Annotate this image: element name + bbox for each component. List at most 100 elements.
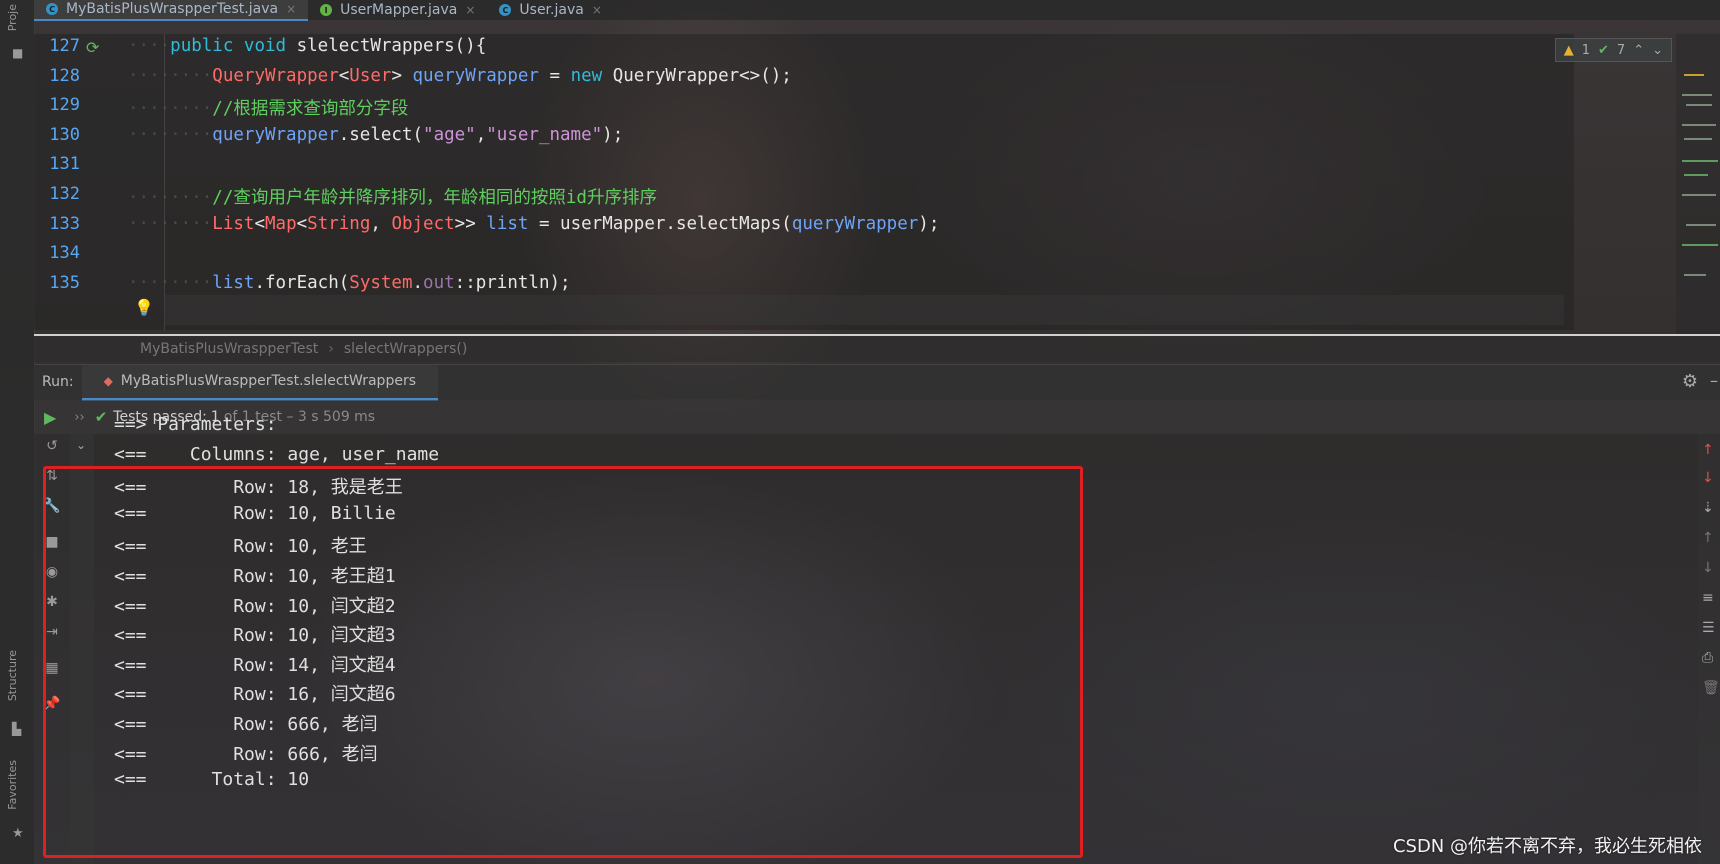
- trash-icon[interactable]: 🗑: [1702, 680, 1720, 696]
- code-token: QueryWrapper<>();: [612, 65, 792, 86]
- rerun-icon[interactable]: ▶: [44, 408, 56, 427]
- left-tool-strip: Proje Structure Favorites ■ ▙ ★: [0, 0, 35, 864]
- star-icon[interactable]: ★: [12, 826, 24, 841]
- code-token: queryWrapper: [791, 213, 919, 234]
- test-config-icon: ◆: [103, 373, 113, 388]
- code-line[interactable]: ········//查询用户年龄并降序排列，年龄相同的按照id升序排序: [128, 184, 657, 209]
- code-token: ,: [475, 124, 487, 145]
- tab-user[interactable]: C User.java ×: [487, 0, 613, 20]
- code-token: //查询用户年龄并降序排列，年龄相同的按照id升序排序: [212, 188, 657, 208]
- interface-icon: I: [320, 4, 333, 16]
- sidebar-project-label[interactable]: Proje: [6, 4, 19, 31]
- code-token: new: [570, 65, 613, 86]
- breadcrumb-method[interactable]: slelectWrappers(): [344, 341, 467, 357]
- code-token: >: [391, 65, 413, 86]
- tab-user-mapper[interactable]: I UserMapper.java ×: [308, 0, 487, 20]
- code-token: =: [538, 65, 571, 86]
- class-icon: C: [499, 4, 512, 16]
- watermark: CSDN @你若不离不弃，我必生死相依: [1392, 836, 1702, 857]
- class-icon: C: [46, 3, 58, 15]
- scroll-down-icon[interactable]: ↓: [1702, 470, 1714, 486]
- code-editor[interactable]: 127 ····public void slelectWrappers(){128…: [34, 34, 1574, 330]
- chevron-up-icon[interactable]: ⌃: [1633, 43, 1644, 58]
- indent-guide: ········: [128, 124, 213, 145]
- code-token: "user_name": [486, 124, 603, 145]
- code-token: List: [212, 213, 255, 234]
- indent-guide: ········: [128, 188, 213, 208]
- line-number: 133: [49, 213, 80, 234]
- code-token: >>: [454, 213, 487, 234]
- code-token: QueryWrapper: [212, 65, 339, 86]
- folder-icon[interactable]: ■: [12, 46, 23, 60]
- code-token: Object: [391, 213, 455, 234]
- highlight-box: [43, 466, 1083, 858]
- print-icon[interactable]: ⎙: [1702, 650, 1713, 666]
- gear-icon[interactable]: ⚙: [1682, 371, 1698, 392]
- code-token: slelectWrappers(){: [296, 36, 487, 56]
- code-token: .forEach(: [254, 272, 350, 293]
- warning-count: 1: [1581, 42, 1590, 58]
- run-panel-header: Run: ◆ MyBatisPlusWraspperTest.slelectWr…: [34, 363, 1720, 401]
- expand-icon[interactable]: ››: [74, 410, 84, 425]
- breadcrumb: MyBatisPlusWraspperTest › slelectWrapper…: [34, 336, 1720, 362]
- check-icon: ✔: [1598, 42, 1609, 58]
- line-number: 134: [49, 243, 80, 264]
- minimize-icon[interactable]: –: [1710, 371, 1718, 390]
- down-icon[interactable]: ↓: [1702, 560, 1714, 576]
- code-line[interactable]: ········QueryWrapper<User> queryWrapper …: [128, 66, 792, 86]
- run-tab-label: MyBatisPlusWraspperTest.slelectWrappers: [120, 372, 416, 389]
- indent-guide: ········: [128, 99, 213, 120]
- code-token: User: [349, 65, 392, 86]
- run-config-tab[interactable]: ◆ MyBatisPlusWraspperTest.slelectWrapper…: [81, 363, 438, 401]
- chevron-down-icon[interactable]: ⌄: [76, 438, 86, 452]
- sidebar-favorites-label[interactable]: Favorites: [6, 760, 19, 810]
- code-line[interactable]: ········List<Map<String, Object>> list =…: [128, 214, 939, 234]
- sort-icon[interactable]: ☰: [1702, 620, 1715, 636]
- code-token: );: [602, 124, 624, 145]
- lightbulb-icon[interactable]: 💡: [134, 298, 154, 317]
- code-token: out: [423, 272, 455, 293]
- code-token: list: [486, 213, 529, 234]
- line-number: 135: [49, 272, 80, 293]
- tab-mybatis-test[interactable]: C MyBatisPlusWraspperTest.java ×: [34, 0, 309, 21]
- code-line[interactable]: ········//根据需求查询部分字段: [128, 95, 408, 120]
- line-number: 131: [49, 154, 80, 175]
- code-token: System: [349, 272, 413, 293]
- warning-icon: ▲: [1563, 42, 1574, 58]
- line-number: 130: [49, 124, 80, 145]
- code-token: <: [254, 213, 265, 234]
- close-icon[interactable]: ×: [286, 2, 296, 16]
- code-token: String: [307, 213, 371, 234]
- code-line[interactable]: ········list.forEach(System.out::println…: [128, 273, 571, 293]
- check-icon: ✔: [94, 408, 108, 426]
- code-token: //根据需求查询部分字段: [212, 99, 409, 120]
- code-token: queryWrapper: [212, 124, 339, 145]
- line-number: 132: [49, 184, 80, 204]
- code-token: <: [338, 65, 350, 86]
- run-label: Run:: [42, 374, 74, 390]
- code-token: "age": [423, 124, 476, 145]
- code-token: ,: [370, 213, 392, 234]
- sidebar-structure-label[interactable]: Structure: [6, 650, 19, 701]
- current-line-highlight: [164, 295, 1564, 325]
- console-line: ==> Parameters:: [114, 414, 288, 435]
- code-line[interactable]: ····public void slelectWrappers(){: [128, 36, 486, 56]
- close-icon[interactable]: ×: [592, 3, 602, 17]
- scroll-up-icon[interactable]: ↑: [1702, 442, 1714, 458]
- run-gutter-icon[interactable]: ⟳: [86, 38, 99, 57]
- code-token: Map: [265, 213, 297, 234]
- code-token: public: [170, 36, 244, 56]
- chevron-down-icon[interactable]: ⌄: [1652, 43, 1663, 58]
- history-icon[interactable]: ↺: [43, 438, 61, 456]
- code-line[interactable]: ········queryWrapper.select("age","user_…: [128, 125, 623, 145]
- breadcrumb-class[interactable]: MyBatisPlusWraspperTest: [140, 341, 318, 357]
- inspection-widget[interactable]: ▲ 1 ✔ 7 ⌃ ⌄: [1554, 38, 1672, 62]
- close-icon[interactable]: ×: [465, 3, 475, 17]
- scroll-end-icon[interactable]: ⇣: [1702, 500, 1714, 516]
- editor-minimap[interactable]: [1676, 34, 1720, 334]
- soft-wrap-icon[interactable]: ≡: [1702, 590, 1714, 606]
- up-icon[interactable]: ↑: [1702, 530, 1714, 546]
- code-token: void: [243, 36, 297, 56]
- code-token: .select(: [338, 124, 424, 145]
- structure-icon[interactable]: ▙: [12, 722, 21, 736]
